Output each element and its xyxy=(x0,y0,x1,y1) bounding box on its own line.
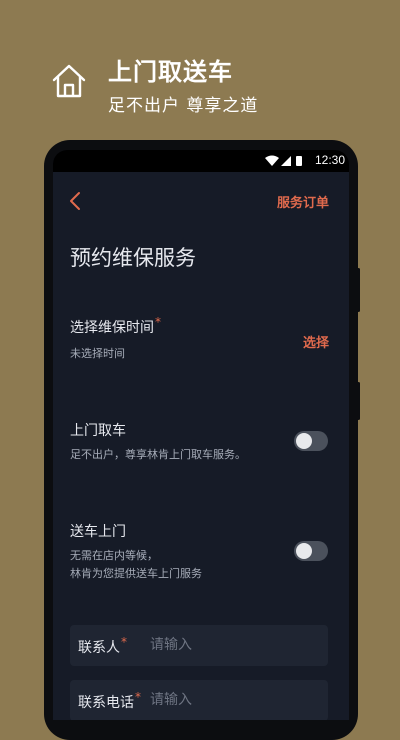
phone-side-button xyxy=(357,382,360,420)
toggle-knob xyxy=(296,543,312,559)
contact-phone-input[interactable] xyxy=(150,689,310,711)
delivery-description-line2: 林肯为您提供送车上门服务 xyxy=(70,567,202,580)
contact-name-label: 联系人* xyxy=(78,635,127,656)
battery-icon xyxy=(296,156,302,166)
contact-name-field: 联系人* xyxy=(70,625,328,666)
promo-title: 上门取送车 xyxy=(108,58,233,86)
required-mark: * xyxy=(135,690,141,704)
contact-phone-field: 联系电话* xyxy=(70,680,328,720)
wifi-icon xyxy=(265,155,279,166)
delivery-label: 送车上门 xyxy=(70,524,126,540)
toggle-knob xyxy=(296,433,312,449)
status-time: 12:30 xyxy=(314,153,345,167)
required-mark: * xyxy=(121,635,127,649)
contact-name-input[interactable] xyxy=(150,634,310,656)
page-title: 预约维保服务 xyxy=(70,246,196,270)
pickup-toggle[interactable] xyxy=(294,431,328,451)
status-bar: 12:30 xyxy=(53,150,349,172)
promo-banner: 上门取送车 足不出户 尊享之道 xyxy=(0,0,400,140)
signal-icon xyxy=(281,156,291,166)
app-screen: 12:30 服务订单 预约维保服务 选择维保时间* 未选择时间 选择 上门取车 … xyxy=(53,150,349,720)
phone-side-button xyxy=(357,268,360,312)
choose-time-button[interactable]: 选择 xyxy=(303,332,329,351)
required-mark: * xyxy=(155,315,161,329)
pickup-label: 上门取车 xyxy=(70,423,126,439)
delivery-description-line1: 无需在店内等候， xyxy=(70,549,158,562)
contact-phone-label: 联系电话* xyxy=(78,690,141,711)
chevron-left-icon[interactable] xyxy=(67,190,83,212)
delivery-toggle[interactable] xyxy=(294,541,328,561)
time-section-value: 未选择时间 xyxy=(70,347,125,360)
service-orders-link[interactable]: 服务订单 xyxy=(277,192,329,211)
pickup-description: 足不出户，尊享林肯上门取车服务。 xyxy=(70,448,246,461)
time-section-label: 选择维保时间* xyxy=(70,315,161,336)
home-icon xyxy=(52,64,86,98)
status-icons xyxy=(265,155,302,166)
promo-subtitle: 足不出户 尊享之道 xyxy=(108,96,259,116)
